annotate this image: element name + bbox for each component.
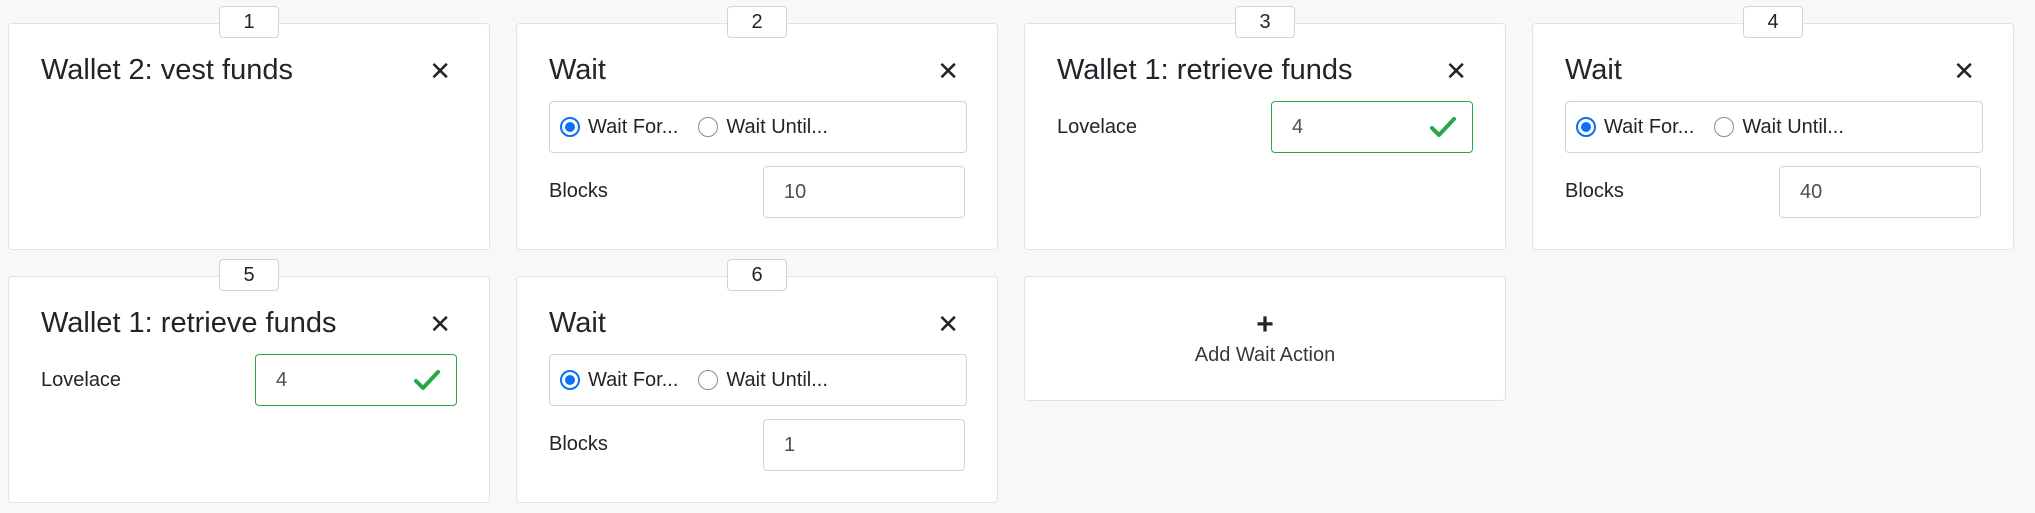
action-number-badge: 3	[1235, 6, 1295, 38]
blocks-value: 10	[784, 180, 807, 203]
action-card-1: 1 Wallet 2: vest funds ✕	[8, 6, 490, 250]
close-icon[interactable]: ✕	[429, 58, 451, 84]
action-number-badge: 1	[219, 6, 279, 38]
check-icon	[1430, 117, 1456, 137]
wait-until-label: Wait Until...	[726, 368, 828, 391]
action-title: Wait	[1565, 54, 1622, 86]
wait-until-radio[interactable]: Wait Until...	[698, 369, 828, 392]
action-card-5: 5 Wallet 1: retrieve funds ✕ Lovelace 4	[8, 259, 490, 503]
blocks-input[interactable]: 10	[763, 166, 965, 218]
check-icon	[414, 370, 440, 390]
action-title: Wallet 2: vest funds	[41, 54, 293, 86]
wait-for-label: Wait For...	[588, 115, 679, 138]
action-number-badge: 5	[219, 259, 279, 291]
radio-checked-icon	[560, 370, 580, 390]
blocks-label: Blocks	[549, 180, 608, 202]
wait-type-radio-group: Wait For... Wait Until...	[1565, 101, 1983, 153]
close-icon[interactable]: ✕	[1953, 58, 1975, 84]
action-number-badge: 4	[1743, 6, 1803, 38]
close-icon[interactable]: ✕	[937, 58, 959, 84]
wait-until-label: Wait Until...	[726, 115, 828, 138]
blocks-value: 40	[1800, 180, 1823, 203]
action-number-badge: 2	[727, 6, 787, 38]
action-card-6: 6 Wait ✕ Wait For... Wait Until... Block…	[516, 259, 998, 503]
action-card-2: 2 Wait ✕ Wait For... Wait Until... Block…	[516, 6, 998, 250]
action-title: Wallet 1: retrieve funds	[41, 307, 337, 339]
close-icon[interactable]: ✕	[1445, 58, 1467, 84]
blocks-label: Blocks	[1565, 180, 1624, 202]
action-title: Wallet 1: retrieve funds	[1057, 54, 1353, 86]
wait-type-radio-group: Wait For... Wait Until...	[549, 101, 967, 153]
add-wait-action-label: Add Wait Action	[1194, 344, 1336, 366]
wait-until-radio[interactable]: Wait Until...	[698, 116, 828, 139]
wait-until-label: Wait Until...	[1742, 115, 1844, 138]
wait-until-radio[interactable]: Wait Until...	[1714, 116, 1844, 139]
lovelace-value: 4	[276, 368, 288, 391]
lovelace-label: Lovelace	[1057, 116, 1138, 138]
close-icon[interactable]: ✕	[937, 311, 959, 337]
wait-for-label: Wait For...	[1604, 115, 1695, 138]
wait-for-label: Wait For...	[588, 368, 679, 391]
radio-unchecked-icon	[698, 370, 719, 390]
wait-for-radio[interactable]: Wait For...	[560, 116, 678, 139]
wait-for-radio[interactable]: Wait For...	[560, 369, 678, 392]
radio-checked-icon	[1576, 117, 1596, 137]
wait-type-radio-group: Wait For... Wait Until...	[549, 354, 967, 406]
lovelace-input[interactable]: 4	[255, 354, 457, 406]
radio-unchecked-icon	[698, 117, 719, 137]
blocks-input[interactable]: 1	[763, 419, 965, 471]
close-icon[interactable]: ✕	[429, 311, 451, 337]
blocks-label: Blocks	[549, 433, 608, 455]
blocks-value: 1	[784, 433, 796, 456]
action-number-badge: 6	[727, 259, 787, 291]
lovelace-value: 4	[1292, 115, 1304, 138]
plus-icon: +	[1256, 308, 1274, 341]
action-card-3: 3 Wallet 1: retrieve funds ✕ Lovelace 4	[1024, 6, 1506, 250]
radio-checked-icon	[560, 117, 580, 137]
blocks-input[interactable]: 40	[1779, 166, 1981, 218]
radio-unchecked-icon	[1714, 117, 1735, 137]
lovelace-label: Lovelace	[41, 369, 122, 391]
action-card-4: 4 Wait ✕ Wait For... Wait Until... Block…	[1532, 6, 2014, 250]
action-title: Wait	[549, 54, 606, 86]
wait-for-radio[interactable]: Wait For...	[1576, 116, 1694, 139]
action-title: Wait	[549, 307, 606, 339]
add-wait-action-button[interactable]: + Add Wait Action	[1024, 276, 1506, 401]
lovelace-input[interactable]: 4	[1271, 101, 1473, 153]
